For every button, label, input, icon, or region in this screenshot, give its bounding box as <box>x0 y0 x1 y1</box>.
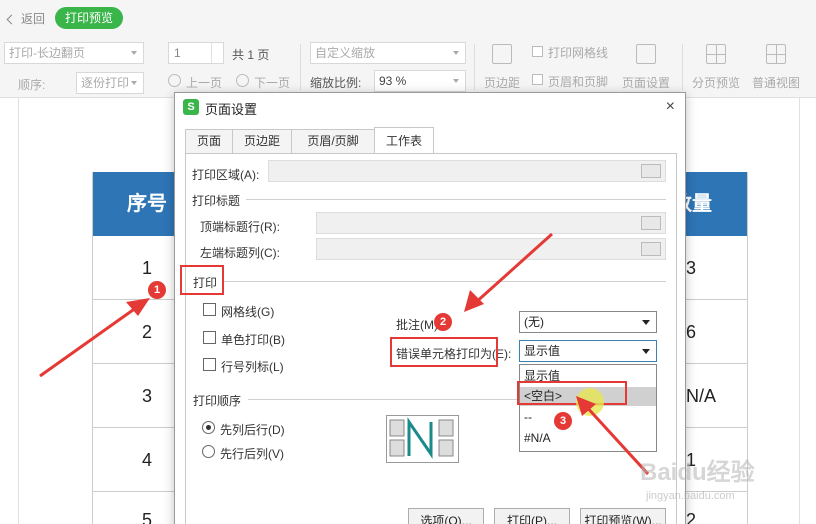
arrow-1-shaft <box>39 303 141 378</box>
step-badge-2: 2 <box>434 313 452 331</box>
watermark-logo: Baidu经验 <box>640 459 755 486</box>
watermark-url: jingyan.baidu.com <box>646 490 735 502</box>
arrow-3-shaft <box>582 402 650 476</box>
step-badge-1: 1 <box>148 281 166 299</box>
arrow-2-shaft <box>472 232 554 306</box>
arrow-2-head <box>464 290 484 312</box>
step-badge-3: 3 <box>554 412 572 430</box>
annotation-arrows <box>39 232 650 476</box>
